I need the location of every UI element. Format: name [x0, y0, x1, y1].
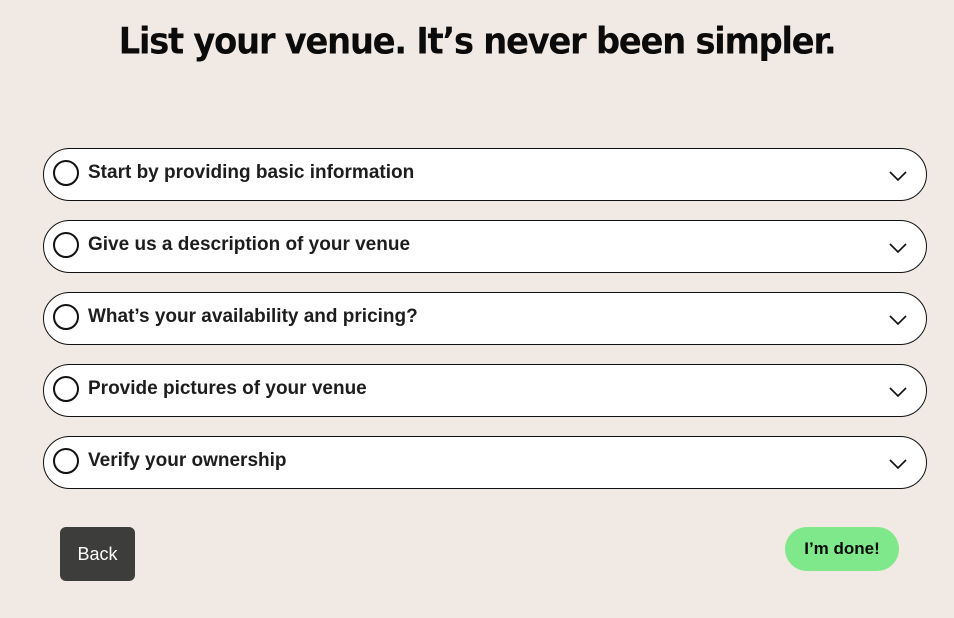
chevron-down-icon[interactable] [888, 166, 908, 186]
empty-circle-icon [53, 376, 79, 402]
steps-accordion: Start by providing basic information Giv… [43, 148, 927, 508]
step-label: Verify your ownership [88, 450, 287, 471]
empty-circle-icon [53, 160, 79, 186]
empty-circle-icon [53, 304, 79, 330]
chevron-down-icon[interactable] [888, 454, 908, 474]
chevron-down-icon[interactable] [888, 310, 908, 330]
done-button[interactable]: I’m done! [785, 527, 899, 571]
step-pictures[interactable]: Provide pictures of your venue [43, 364, 927, 417]
page-title: List your venue. It’s never been simpler… [118, 20, 837, 64]
step-label: Give us a description of your venue [88, 234, 411, 255]
step-description[interactable]: Give us a description of your venue [43, 220, 927, 273]
back-button[interactable]: Back [60, 527, 135, 581]
step-label: Start by providing basic information [88, 162, 415, 183]
chevron-down-icon[interactable] [888, 238, 908, 258]
chevron-down-icon[interactable] [888, 382, 908, 402]
step-label: What’s your availability and pricing? [88, 306, 418, 327]
step-basic-information[interactable]: Start by providing basic information [43, 148, 927, 201]
empty-circle-icon [53, 448, 79, 474]
step-verify-ownership[interactable]: Verify your ownership [43, 436, 927, 489]
step-label: Provide pictures of your venue [88, 378, 367, 399]
empty-circle-icon [53, 232, 79, 258]
step-availability-pricing[interactable]: What’s your availability and pricing? [43, 292, 927, 345]
